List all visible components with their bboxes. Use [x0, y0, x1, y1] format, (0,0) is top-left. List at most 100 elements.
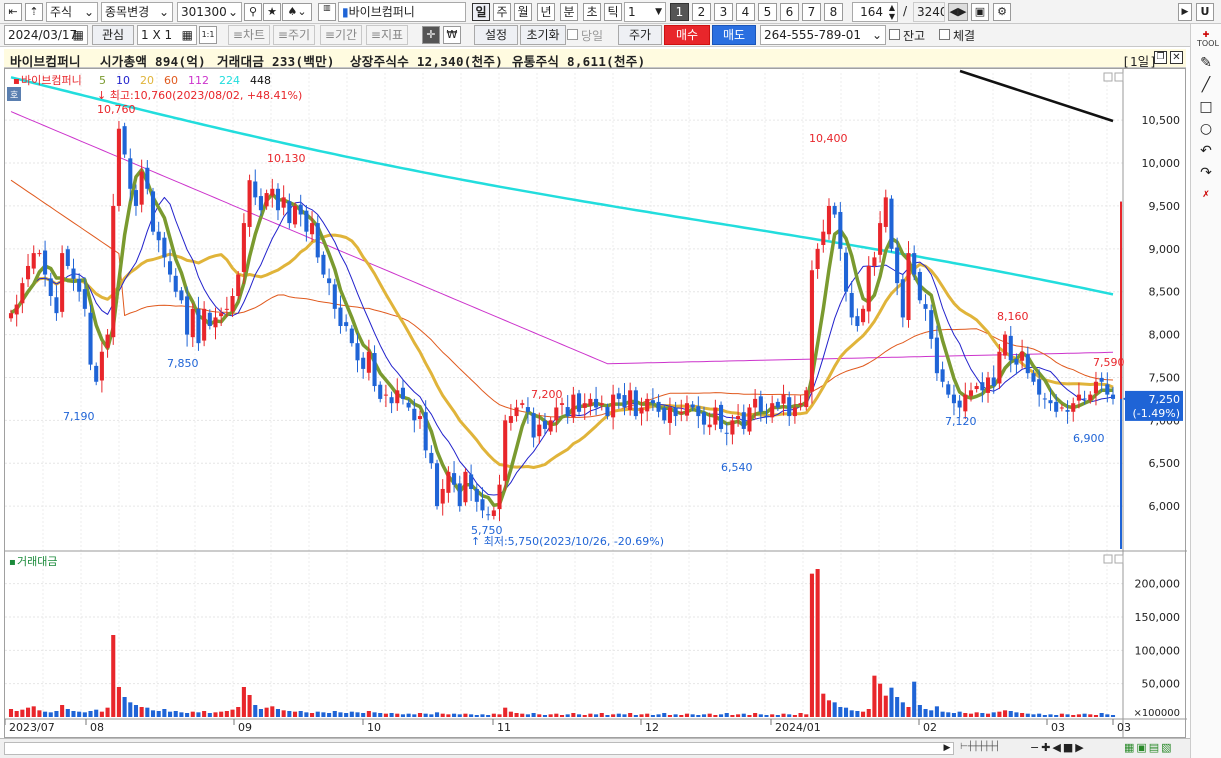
- market-select[interactable]: 주식 ⌄: [46, 2, 98, 22]
- preset-6[interactable]: 6: [780, 3, 799, 21]
- calendar-icon[interactable]: ▦: [73, 26, 84, 44]
- scroll-right-icon[interactable]: ▶: [940, 742, 954, 755]
- cycle-menu[interactable]: ≡주기: [273, 25, 315, 45]
- volume-bar: [139, 707, 144, 717]
- save-icon[interactable]: ▣: [971, 3, 989, 21]
- chart-scrollbar[interactable]: ▶ ⊢┼┼┼┼┼┤ −✚◀■▶ ▦▣▤▧: [0, 738, 1190, 758]
- period-tick[interactable]: 틱: [604, 3, 622, 21]
- volume-bar: [611, 714, 616, 717]
- candle-body: [809, 270, 814, 392]
- ma60-line: [10, 179, 1114, 418]
- candle-body: [565, 407, 570, 417]
- candle-body: [287, 201, 292, 224]
- date-input[interactable]: 2024/03/17 ▦: [4, 25, 88, 45]
- line-icon[interactable]: ╱: [1197, 76, 1215, 94]
- chart-canvas[interactable]: 6,0006,5007,0007,5008,0008,5009,0009,500…: [4, 69, 1187, 739]
- u-button[interactable]: U: [1196, 3, 1214, 21]
- preset-7[interactable]: 7: [802, 3, 821, 21]
- preset-5[interactable]: 5: [758, 3, 777, 21]
- today-checkbox[interactable]: [567, 29, 578, 40]
- interval-select[interactable]: 1 ▼: [624, 2, 666, 22]
- settings-button[interactable]: 설정: [474, 25, 518, 45]
- sell-button[interactable]: 매도: [712, 25, 756, 45]
- volume-tick-label: 50,000: [1142, 678, 1181, 691]
- balance-checkbox[interactable]: [889, 29, 900, 40]
- period-year[interactable]: 년: [537, 3, 555, 21]
- candle-body: [1088, 394, 1093, 401]
- price-annotation: 6,900: [1073, 432, 1105, 445]
- close-icon[interactable]: ✕: [1170, 51, 1183, 64]
- period-minute[interactable]: 분: [560, 3, 578, 21]
- chart-menu[interactable]: ≡차트: [228, 25, 270, 45]
- candle-body: [275, 188, 281, 211]
- symbol-name-field[interactable]: ▮바이브컴퍼니: [338, 2, 466, 22]
- filled-checkbox[interactable]: [939, 29, 950, 40]
- period-week[interactable]: 주: [493, 3, 511, 21]
- ratio-button[interactable]: 1:1: [199, 26, 217, 44]
- gear-icon[interactable]: ⚙: [993, 3, 1011, 21]
- period-second[interactable]: 초: [583, 3, 601, 21]
- undo-icon[interactable]: ↶: [1197, 142, 1215, 160]
- search-icon[interactable]: ⚲: [244, 3, 262, 21]
- pin-icon[interactable]: ⇤: [4, 3, 22, 21]
- scroll-all-icon[interactable]: ◀▶: [948, 3, 968, 21]
- balance-label: 잔고: [903, 29, 926, 43]
- count-input[interactable]: 164 ▲ ▼: [852, 2, 898, 22]
- preset-8[interactable]: 8: [824, 3, 843, 21]
- volume-bar: [310, 713, 315, 717]
- volume-bar: [304, 712, 309, 717]
- crosshair-icon[interactable]: ✛: [422, 26, 440, 44]
- volume-bar: [1037, 713, 1042, 717]
- code-input[interactable]: 301300 ⌄: [177, 2, 242, 22]
- redo-icon[interactable]: ↷: [1197, 164, 1215, 182]
- preset-2[interactable]: 2: [692, 3, 711, 21]
- watchlist-button[interactable]: 관심: [92, 25, 134, 45]
- circle-icon[interactable]: ○: [1197, 120, 1215, 138]
- tool-icon[interactable]: ✚ TOOL: [1197, 30, 1219, 48]
- legend-item: 바이브컴퍼니: [21, 74, 82, 87]
- buy-button[interactable]: 매수: [664, 25, 710, 45]
- volume-bar: [236, 707, 241, 717]
- volume-bar: [190, 711, 195, 717]
- top-icon[interactable]: ⇡: [25, 3, 43, 21]
- preset-3[interactable]: 3: [714, 3, 733, 21]
- period-day[interactable]: 일: [472, 3, 490, 21]
- period-menu[interactable]: ≡기간: [320, 25, 362, 45]
- price-button[interactable]: 주가: [618, 25, 662, 45]
- candle-body: [849, 292, 854, 318]
- pencil-icon[interactable]: ✎: [1197, 54, 1215, 72]
- spinner-icon[interactable]: ▲ ▼: [889, 3, 895, 21]
- preset-4[interactable]: 4: [736, 3, 755, 21]
- delete-all-icon[interactable]: ✗: [1197, 186, 1215, 204]
- period-month[interactable]: 월: [514, 3, 532, 21]
- layout-select[interactable]: 1 X 1 ▦: [137, 25, 197, 45]
- candle-body: [270, 188, 275, 196]
- change-symbol-select[interactable]: 종목변경 ⌄: [101, 2, 173, 22]
- star-icon[interactable]: ★: [263, 3, 281, 21]
- volume-bar: [985, 713, 991, 717]
- export-icons[interactable]: ▦▣▤▧: [1124, 741, 1174, 754]
- candle-body: [452, 473, 457, 485]
- x-tick-label: 08: [90, 721, 104, 734]
- indicator-menu[interactable]: ≡지표: [366, 25, 408, 45]
- won-button[interactable]: ₩: [443, 26, 461, 44]
- alert-icon[interactable]: ♠⌄: [282, 3, 312, 21]
- preset-1[interactable]: 1: [670, 3, 689, 21]
- restore-icon[interactable]: ❐: [1154, 51, 1167, 64]
- play-icon[interactable]: ▶: [1178, 3, 1192, 21]
- volume-bar: [713, 715, 718, 717]
- menu-grid-icon[interactable]: ▥: [318, 3, 336, 21]
- volume-bar: [838, 707, 843, 717]
- candle-body: [60, 253, 65, 312]
- nav-controls-icon[interactable]: −✚◀■▶: [1030, 741, 1086, 754]
- account-select[interactable]: 264-555-789-01 ⌄: [760, 25, 886, 45]
- volume-bar: [43, 711, 48, 717]
- layout-value: 1 X 1: [141, 28, 173, 42]
- scroll-track[interactable]: [4, 742, 954, 755]
- rectangle-icon[interactable]: □: [1197, 98, 1215, 116]
- volume-bar: [639, 714, 644, 717]
- candle-body: [525, 407, 530, 412]
- volume-bar: [275, 709, 281, 717]
- zoom-slider[interactable]: ⊢┼┼┼┼┼┤: [960, 742, 1022, 755]
- reset-button[interactable]: 초기화: [520, 25, 566, 45]
